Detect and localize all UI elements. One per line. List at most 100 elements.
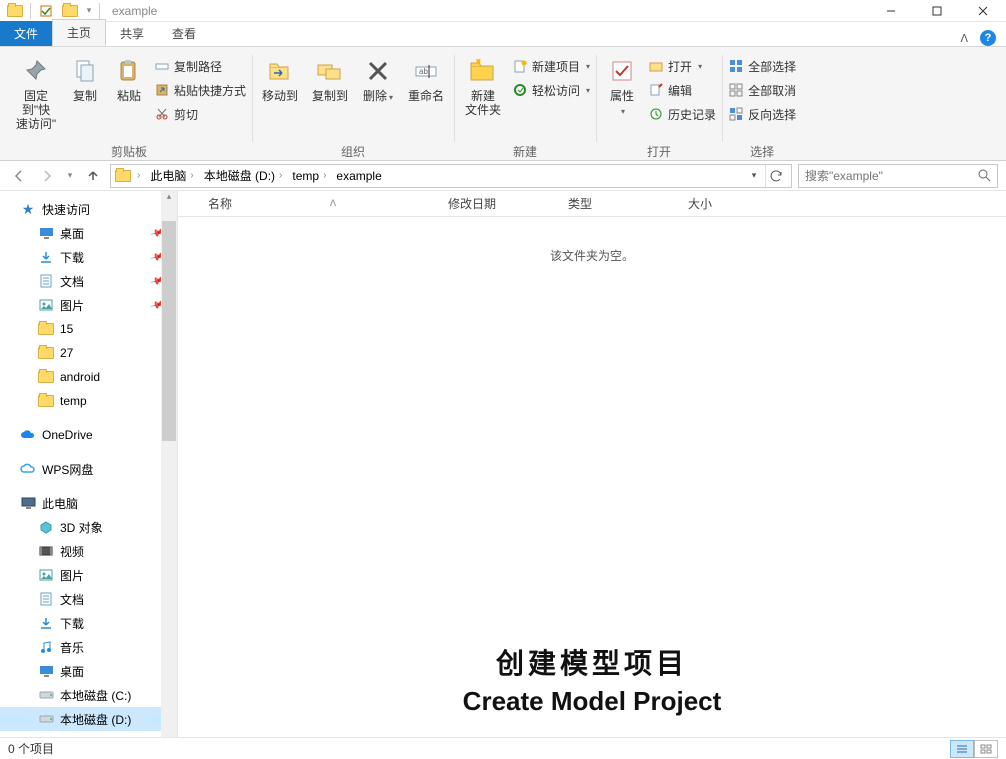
up-button[interactable] — [82, 165, 104, 187]
help-icon[interactable]: ? — [980, 30, 996, 46]
nav-quick-item[interactable]: android — [0, 365, 177, 389]
scissors-icon — [154, 106, 170, 122]
breadcrumb-temp[interactable]: temp› — [288, 169, 330, 183]
select-none-button[interactable]: 全部取消 — [728, 79, 796, 101]
breadcrumb-thispc[interactable]: 此电脑› — [146, 167, 197, 184]
tab-share[interactable]: 共享 — [106, 21, 158, 46]
breadcrumb-d[interactable]: 本地磁盘 (D:)› — [200, 167, 287, 184]
nav-pc-item[interactable]: 桌面 — [0, 659, 177, 683]
nav-pc-item[interactable]: 本地磁盘 (D:) — [0, 707, 177, 731]
tab-file[interactable]: 文件 — [0, 21, 52, 46]
newitem-label: 新建项目 — [532, 58, 580, 75]
nav-quick-access[interactable]: ★快速访问 — [0, 197, 177, 221]
open-button[interactable]: 打开▾ — [648, 55, 716, 77]
edit-button[interactable]: 编辑 — [648, 79, 716, 101]
new-folder-button[interactable]: 新建 文件夹 — [460, 51, 506, 117]
separator — [30, 3, 31, 19]
desktop-icon — [38, 225, 54, 241]
overlay-caption: 创建模型项目 Create Model Project — [178, 642, 1006, 717]
rename-label: 重命名 — [408, 89, 444, 103]
label: 27 — [60, 346, 73, 360]
search-input[interactable] — [805, 169, 974, 183]
nav-quick-item[interactable]: 桌面📌 — [0, 221, 177, 245]
nav-quick-item[interactable]: 图片📌 — [0, 293, 177, 317]
maximize-button[interactable] — [914, 0, 960, 22]
ribbon-collapse-icon[interactable]: ᐱ — [960, 32, 968, 45]
col-modified[interactable]: 修改日期 — [438, 195, 558, 212]
label: 15 — [60, 322, 73, 336]
nav-pc-item[interactable]: 视频 — [0, 539, 177, 563]
minimize-button[interactable] — [868, 0, 914, 22]
easy-access-button[interactable]: 轻松访问▾ — [512, 79, 590, 101]
recent-dropdown[interactable]: ▾ — [64, 165, 76, 187]
history-label: 历史记录 — [668, 106, 716, 123]
cut-button[interactable]: 剪切 — [154, 103, 246, 125]
tab-view[interactable]: 查看 — [158, 21, 210, 46]
nav-pc-item[interactable]: 本地磁盘 (C:) — [0, 683, 177, 707]
back-button[interactable] — [8, 165, 30, 187]
folder-qat-button[interactable] — [59, 1, 81, 21]
group-new-label: 新建 — [513, 142, 537, 160]
rename-button[interactable]: ab 重命名 — [404, 51, 448, 103]
pin-quick-access-button[interactable]: 固定到"快 速访问" — [12, 51, 60, 131]
pin-label: 固定到"快 速访问" — [12, 89, 60, 131]
nav-pc-item[interactable]: 图片 — [0, 563, 177, 587]
open-icon — [648, 58, 664, 74]
status-bar: 0 个项目 — [0, 737, 1006, 759]
select-all-button[interactable]: 全部选择 — [728, 55, 796, 77]
paste-shortcut-button[interactable]: 粘贴快捷方式 — [154, 79, 246, 101]
moveto-icon — [264, 55, 296, 87]
move-to-button[interactable]: 移动到 — [258, 51, 302, 103]
copy-path-button[interactable]: 复制路径 — [154, 55, 246, 77]
nav-quick-item[interactable]: 文档📌 — [0, 269, 177, 293]
tab-home[interactable]: 主页 — [52, 19, 106, 46]
status-item-count: 0 个项目 — [8, 740, 54, 757]
window-title: example — [112, 4, 157, 18]
close-button[interactable] — [960, 0, 1006, 22]
nav-quick-item[interactable]: 27 — [0, 341, 177, 365]
nav-this-pc[interactable]: 此电脑 — [0, 491, 177, 515]
easyaccess-icon — [512, 82, 528, 98]
details-view-button[interactable] — [950, 740, 974, 758]
navigation-pane[interactable]: ★快速访问 桌面📌下载📌文档📌图片📌 15 27 androidtemp OneDri… — [0, 191, 178, 737]
thumbnails-view-button[interactable] — [974, 740, 998, 758]
address-bar[interactable]: › 此电脑› 本地磁盘 (D:)› temp› example ▾ — [110, 164, 792, 188]
qat-dropdown[interactable]: ▾ — [83, 1, 95, 21]
search-box[interactable] — [798, 164, 998, 188]
scrollbar-thumb[interactable] — [162, 221, 176, 441]
properties-qat-button[interactable] — [35, 1, 57, 21]
history-button[interactable]: 历史记录 — [648, 103, 716, 125]
label: 快速访问 — [42, 201, 90, 218]
address-dropdown[interactable]: ▾ — [743, 165, 765, 187]
download-icon — [38, 615, 54, 631]
forward-button[interactable] — [36, 165, 58, 187]
nav-quick-item[interactable]: temp — [0, 389, 177, 413]
nav-onedrive[interactable]: OneDrive — [0, 423, 177, 447]
copy-button[interactable]: 复制 — [66, 51, 104, 103]
copy-to-button[interactable]: 复制到 — [308, 51, 352, 103]
copy-icon — [69, 55, 101, 87]
col-name[interactable]: 名称ᐱ — [178, 195, 438, 212]
nav-pc-item[interactable]: 下载 — [0, 611, 177, 635]
new-item-button[interactable]: 新建项目▾ — [512, 55, 590, 77]
nav-pc-item[interactable]: 文档 — [0, 587, 177, 611]
folder-icon[interactable] — [4, 1, 26, 21]
nav-pc-item[interactable]: 音乐 — [0, 635, 177, 659]
ribbon: 固定到"快 速访问" 复制 粘贴 复制路径 粘贴快捷方式 剪切 剪贴板 移动到 — [0, 46, 1006, 161]
col-type[interactable]: 类型 — [558, 195, 678, 212]
col-size[interactable]: 大小 — [678, 195, 722, 212]
scrollbar[interactable]: ▴ — [161, 191, 177, 737]
copy-path-label: 复制路径 — [174, 58, 222, 75]
label: 本地磁盘 (D:) — [60, 711, 131, 728]
nav-quick-item[interactable]: 15 — [0, 317, 177, 341]
crumb-chevron[interactable]: › — [133, 170, 144, 181]
refresh-button[interactable] — [765, 165, 787, 187]
nav-wps[interactable]: WPS网盘 — [0, 457, 177, 481]
nav-quick-item[interactable]: 下载📌 — [0, 245, 177, 269]
paste-button[interactable]: 粘贴 — [110, 51, 148, 103]
breadcrumb-example[interactable]: example — [332, 169, 385, 183]
nav-pc-item[interactable]: 3D 对象 — [0, 515, 177, 539]
properties-button[interactable]: 属性▾ — [602, 51, 642, 119]
invert-selection-button[interactable]: 反向选择 — [728, 103, 796, 125]
delete-button[interactable]: 删除▾ — [358, 51, 398, 105]
